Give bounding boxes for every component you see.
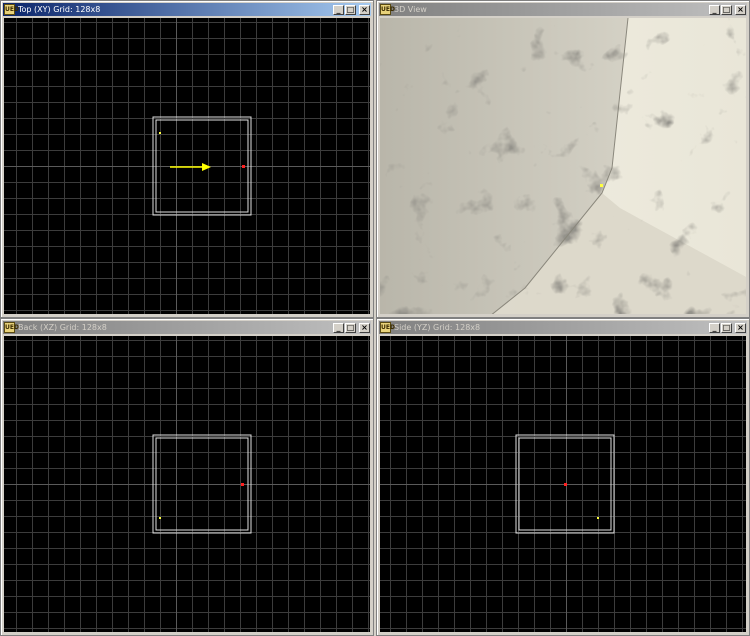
minimize-icon[interactable]: _ bbox=[333, 4, 344, 15]
window-title: Side (YZ) Grid: 128x8 bbox=[394, 323, 481, 332]
close-icon[interactable]: × bbox=[359, 4, 370, 15]
viewport-window-side: UED Side (YZ) Grid: 128x8 _ □ × bbox=[376, 318, 750, 636]
close-icon[interactable]: × bbox=[735, 322, 746, 333]
viewport-window-top: UED Top (XY) Grid: 128x8 _ □ × bbox=[0, 0, 374, 318]
titlebar-back[interactable]: UED Back (XZ) Grid: 128x8 _ □ × bbox=[3, 321, 371, 334]
rendered-scene bbox=[380, 18, 746, 314]
titlebar-side[interactable]: UED Side (YZ) Grid: 128x8 _ □ × bbox=[379, 321, 747, 334]
minimize-icon[interactable]: _ bbox=[709, 4, 720, 15]
grid-canvas bbox=[4, 336, 370, 632]
arrow-head bbox=[202, 163, 211, 171]
maximize-icon[interactable]: □ bbox=[721, 4, 732, 15]
light-actor-3d[interactable] bbox=[600, 184, 603, 187]
minimize-icon[interactable]: _ bbox=[709, 322, 720, 333]
viewport-3d-canvas[interactable] bbox=[380, 18, 746, 314]
window-title: Back (XZ) Grid: 128x8 bbox=[18, 323, 107, 332]
maximize-icon[interactable]: □ bbox=[345, 322, 356, 333]
light-actor[interactable] bbox=[597, 517, 599, 519]
minimize-icon[interactable]: _ bbox=[333, 322, 344, 333]
grid-canvas bbox=[380, 336, 746, 632]
close-icon[interactable]: × bbox=[735, 4, 746, 15]
viewport-top-canvas[interactable] bbox=[4, 18, 370, 314]
player-start-actor[interactable] bbox=[241, 483, 244, 486]
viewport-window-3d: UED 3D View _ □ × bbox=[376, 0, 750, 318]
grid-canvas bbox=[4, 18, 370, 314]
player-start-actor[interactable] bbox=[564, 483, 567, 486]
window-title: Top (XY) Grid: 128x8 bbox=[18, 5, 101, 14]
viewport-window-back: UED Back (XZ) Grid: 128x8 _ □ × bbox=[0, 318, 374, 636]
light-actor[interactable] bbox=[159, 517, 161, 519]
maximize-icon[interactable]: □ bbox=[345, 4, 356, 15]
unreal-editor-icon: UED bbox=[380, 4, 395, 15]
unreal-editor-icon: UED bbox=[380, 322, 395, 333]
player-start-actor[interactable] bbox=[242, 165, 245, 168]
light-actor[interactable] bbox=[159, 132, 161, 134]
window-title: 3D View bbox=[394, 5, 427, 14]
viewport-side-canvas[interactable] bbox=[380, 336, 746, 632]
unreal-editor-icon: UED bbox=[4, 322, 19, 333]
titlebar-3d[interactable]: UED 3D View _ □ × bbox=[379, 3, 747, 16]
maximize-icon[interactable]: □ bbox=[721, 322, 732, 333]
close-icon[interactable]: × bbox=[359, 322, 370, 333]
titlebar-top[interactable]: UED Top (XY) Grid: 128x8 _ □ × bbox=[3, 3, 371, 16]
viewport-back-canvas[interactable] bbox=[4, 336, 370, 632]
unreal-editor-icon: UED bbox=[4, 4, 19, 15]
